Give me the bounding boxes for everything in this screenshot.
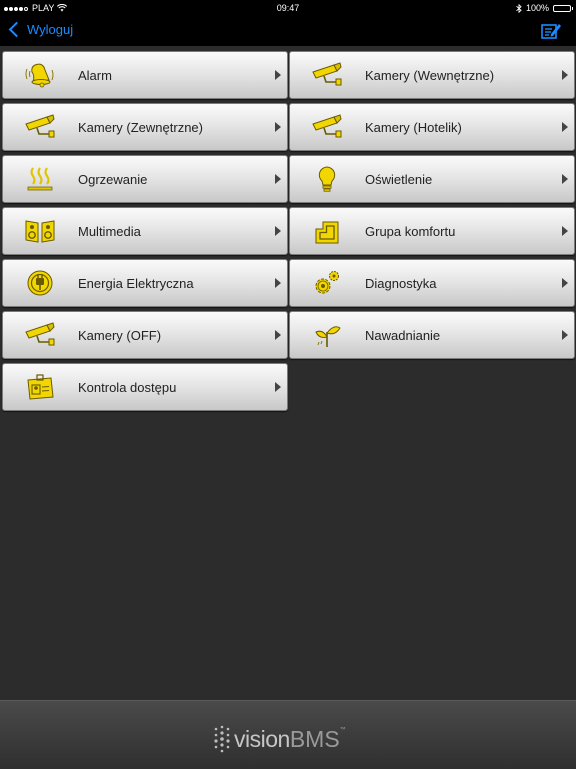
menu-item-label: Grupa komfortu — [365, 224, 456, 239]
chevron-right-icon — [562, 174, 568, 184]
speakers-icon — [25, 220, 55, 243]
camera-icon — [312, 114, 342, 138]
menu-item-grupa-komfortu[interactable]: Grupa komfortu — [289, 207, 575, 255]
edit-list-icon[interactable] — [540, 21, 562, 41]
chevron-right-icon — [562, 330, 568, 340]
menu-item-label: Multimedia — [78, 224, 141, 239]
chevron-right-icon — [275, 382, 281, 392]
menu-item-kamery-wewnetrzne[interactable]: Kamery (Wewnętrzne) — [289, 51, 575, 99]
menu-item-label: Ogrzewanie — [78, 172, 148, 187]
chevron-right-icon — [275, 122, 281, 132]
alarm-bell-icon — [25, 63, 54, 88]
chevron-right-icon — [275, 226, 281, 236]
status-time: 09:47 — [276, 3, 300, 13]
menu-item-label: Kamery (Hotelik) — [365, 120, 462, 135]
menu-item-kamery-hotelik[interactable]: Kamery (Hotelik) — [289, 103, 575, 151]
power-plug-icon — [27, 270, 53, 296]
status-right: 100% — [516, 3, 573, 13]
menu-item-nawadnianie[interactable]: Nawadnianie — [289, 311, 575, 359]
menu-item-multimedia[interactable]: Multimedia — [2, 207, 288, 255]
menu-item-energia-elektryczna[interactable]: Energia Elektryczna — [2, 259, 288, 307]
status-bar: PLAY 09:47 100% — [0, 0, 576, 16]
menu-item-alarm[interactable]: Alarm — [2, 51, 288, 99]
chevron-right-icon — [275, 70, 281, 80]
id-card-icon — [27, 374, 54, 400]
menu-item-ogrzewanie[interactable]: Ogrzewanie — [2, 155, 288, 203]
chevron-right-icon — [275, 174, 281, 184]
menu-item-label: Oświetlenie — [365, 172, 433, 187]
gears-icon — [315, 271, 339, 294]
chevron-right-icon — [562, 226, 568, 236]
logout-button[interactable]: Wyloguj — [8, 21, 74, 38]
menu-item-label: Diagnostyka — [365, 276, 437, 291]
menu-item-kamery-zewnetrzne[interactable]: Kamery (Zewnętrzne) — [2, 103, 288, 151]
light-bulb-icon — [318, 166, 336, 192]
battery-icon — [553, 4, 573, 12]
menu-item-diagnostyka[interactable]: Diagnostyka — [289, 259, 575, 307]
comfort-group-icon — [315, 221, 339, 244]
logout-label: Wyloguj — [27, 22, 74, 37]
chevron-right-icon — [562, 278, 568, 288]
chevron-right-icon — [275, 330, 281, 340]
brand-vision: vision — [234, 725, 290, 752]
camera-icon — [312, 62, 342, 86]
menu-item-oswietlenie[interactable]: Oświetlenie — [289, 155, 575, 203]
chevron-right-icon — [562, 70, 568, 80]
chevron-left-icon — [8, 21, 25, 38]
camera-icon — [25, 322, 55, 346]
footer-bar: vision BMS ™ — [0, 700, 576, 769]
menu-item-label: Energia Elektryczna — [78, 276, 194, 291]
visionbms-logo: vision BMS ™ — [213, 725, 346, 753]
navigation-bar: Wyloguj — [0, 16, 576, 46]
menu-item-label: Kamery (OFF) — [78, 328, 162, 343]
logo-dots-icon — [214, 725, 230, 753]
brand-trademark: ™ — [339, 727, 346, 733]
heating-icon — [27, 167, 53, 191]
bluetooth-icon — [516, 3, 522, 13]
camera-icon — [25, 114, 55, 138]
chevron-right-icon — [562, 122, 568, 132]
menu-item-label: Kontrola dostępu — [78, 380, 177, 395]
menu-item-label: Alarm — [78, 68, 112, 83]
menu-item-label: Kamery (Wewnętrzne) — [365, 68, 495, 83]
menu-item-label: Nawadnianie — [365, 328, 441, 343]
sprout-icon — [315, 326, 341, 347]
menu-item-label: Kamery (Zewnętrzne) — [78, 120, 203, 135]
chevron-right-icon — [275, 278, 281, 288]
brand-bms: BMS — [289, 725, 340, 752]
menu-item-kontrola-dostepu[interactable]: Kontrola dostępu — [2, 363, 288, 411]
battery-percent: 100% — [525, 3, 549, 13]
menu-item-kamery-off[interactable]: Kamery (OFF) — [2, 311, 288, 359]
